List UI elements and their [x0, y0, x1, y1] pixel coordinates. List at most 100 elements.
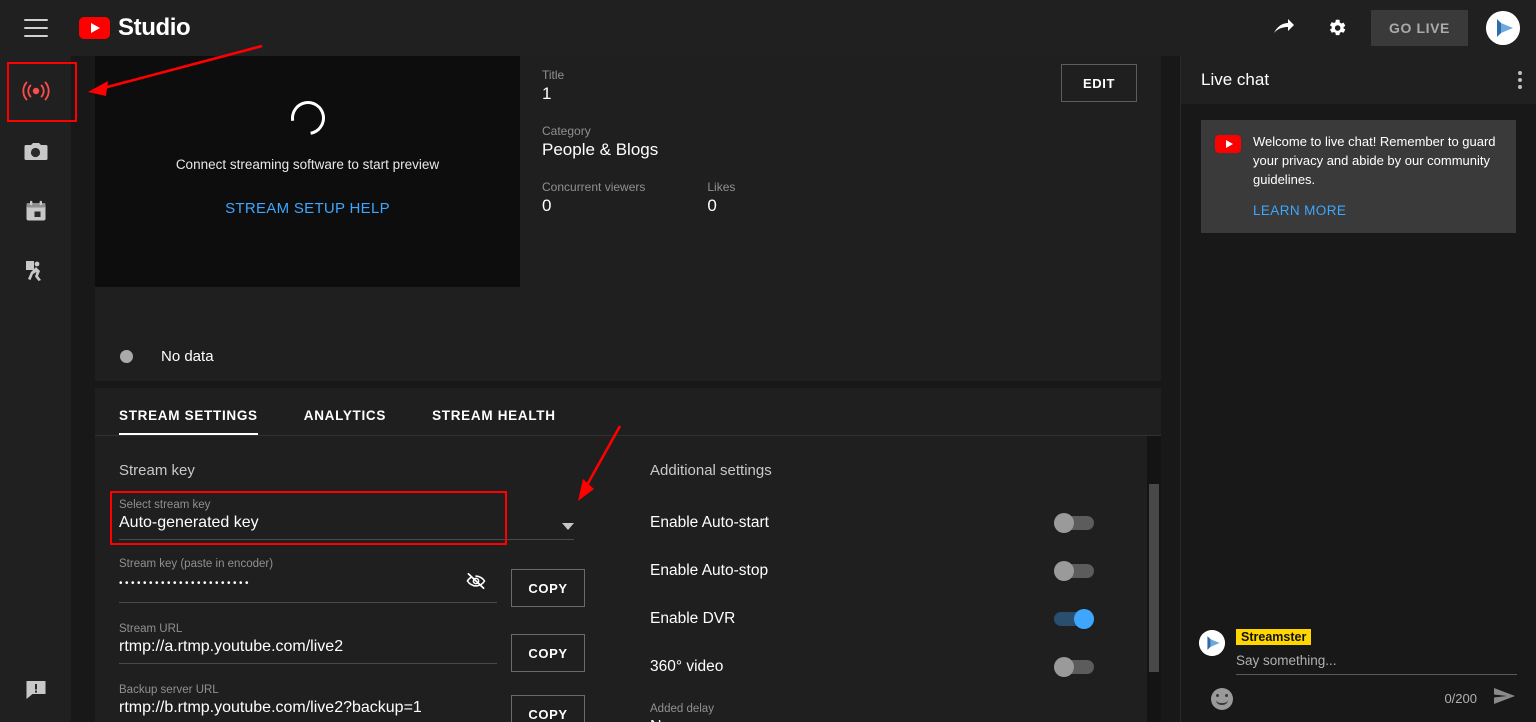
send-feedback-icon[interactable]	[0, 670, 71, 710]
character-counter: 0/200	[1444, 691, 1477, 706]
sidebar-item-webcam[interactable]	[0, 127, 71, 175]
auto-stop-label: Enable Auto-stop	[650, 562, 768, 580]
auto-start-toggle[interactable]	[1054, 515, 1098, 531]
header-actions: GO LIVE	[1263, 8, 1536, 48]
main-content: Connect streaming software to start prev…	[71, 56, 1180, 722]
live-chat-header: Live chat	[1181, 56, 1536, 104]
viewers-label: Concurrent viewers	[542, 180, 645, 194]
added-delay-field[interactable]: Added delay None	[650, 703, 930, 722]
stream-url-field[interactable]: Stream URL rtmp://a.rtmp.youtube.com/liv…	[119, 623, 497, 664]
stream-key-heading: Stream key	[119, 462, 615, 479]
youtube-play-icon	[1215, 135, 1241, 153]
brand-label: Studio	[118, 14, 190, 42]
copy-stream-url-button[interactable]: COPY	[511, 634, 585, 672]
stream-url-row: Stream URL rtmp://a.rtmp.youtube.com/liv…	[119, 623, 615, 672]
category-block: Category People & Blogs	[542, 124, 1161, 160]
edit-button[interactable]: EDIT	[1061, 64, 1137, 102]
live-chat-panel: Live chat Welcome to live chat! Remember…	[1180, 56, 1536, 722]
backup-url-row: Backup server URL rtmp://b.rtmp.youtube.…	[119, 684, 615, 722]
added-delay-value: None	[650, 718, 918, 722]
video-360-toggle[interactable]	[1054, 659, 1098, 675]
stream-key-label: Stream key (paste in encoder)	[119, 558, 497, 570]
scrollbar-thumb[interactable]	[1149, 484, 1159, 672]
viewers-block: Concurrent viewers 0	[542, 180, 645, 216]
sidebar-item-activity[interactable]	[0, 247, 71, 295]
gear-icon[interactable]	[1317, 8, 1357, 48]
video-metadata: Title 1 Category People & Blogs Concurre…	[520, 56, 1161, 331]
sidebar-item-manage[interactable]	[0, 187, 71, 235]
stream-setup-help-link[interactable]: STREAM SETUP HELP	[225, 200, 390, 217]
tab-stream-health[interactable]: STREAM HEALTH	[432, 408, 556, 435]
hamburger-icon[interactable]	[24, 19, 48, 37]
stream-url-label: Stream URL	[119, 623, 497, 635]
viewers-value: 0	[542, 196, 645, 216]
stats-row: Concurrent viewers 0 Likes 0	[542, 180, 1161, 216]
settings-panel: STREAM SETTINGS ANALYTICS STREAM HEALTH …	[95, 388, 1161, 722]
chat-message-input[interactable]: Say something...	[1236, 653, 1517, 675]
dvr-label: Enable DVR	[650, 610, 735, 628]
select-stream-key-field[interactable]: Select stream key Auto-generated key	[119, 499, 574, 540]
field-divider	[119, 602, 497, 603]
share-icon[interactable]	[1263, 8, 1303, 48]
category-value: People & Blogs	[542, 140, 1161, 160]
auto-start-label: Enable Auto-start	[650, 514, 769, 532]
status-text: No data	[161, 348, 214, 365]
stream-key-field[interactable]: Stream key (paste in encoder) ••••••••••…	[119, 558, 497, 603]
chat-username-badge: Streamster	[1236, 629, 1311, 645]
category-label: Category	[542, 124, 1161, 138]
chat-actions-row: 0/200	[1199, 687, 1517, 710]
status-dot-icon	[120, 350, 133, 363]
chat-avatar[interactable]	[1199, 630, 1225, 656]
left-nav-rail	[0, 56, 71, 722]
setting-row-dvr: Enable DVR	[650, 595, 1098, 643]
settings-scrollbar[interactable]	[1147, 436, 1161, 722]
live-chat-title: Live chat	[1201, 70, 1269, 90]
setting-row-auto-stop: Enable Auto-stop	[650, 547, 1098, 595]
eye-off-icon[interactable]	[465, 572, 487, 595]
send-icon[interactable]	[1493, 687, 1517, 710]
likes-label: Likes	[707, 180, 735, 194]
avatar[interactable]	[1486, 11, 1520, 45]
emoji-icon[interactable]	[1211, 688, 1233, 710]
auto-stop-toggle[interactable]	[1054, 563, 1098, 579]
likes-value: 0	[707, 196, 735, 216]
backup-url-value: rtmp://b.rtmp.youtube.com/live2?backup=1	[119, 699, 497, 722]
likes-block: Likes 0	[707, 180, 735, 216]
learn-more-link[interactable]: LEARN MORE	[1253, 203, 1502, 218]
backup-url-label: Backup server URL	[119, 684, 497, 696]
copy-stream-key-button[interactable]: COPY	[511, 569, 585, 607]
chat-input-column: Streamster Say something...	[1236, 628, 1517, 675]
tab-bar: STREAM SETTINGS ANALYTICS STREAM HEALTH	[95, 388, 1161, 436]
stream-key-row: Stream key (paste in encoder) ••••••••••…	[119, 558, 615, 611]
live-chat-messages: Welcome to live chat! Remember to guard …	[1181, 104, 1536, 664]
backup-url-field[interactable]: Backup server URL rtmp://b.rtmp.youtube.…	[119, 684, 497, 722]
chevron-down-icon[interactable]	[562, 523, 574, 530]
video-360-label: 360° video	[650, 658, 723, 676]
setting-row-360-video: 360° video	[650, 643, 1098, 691]
loading-spinner-icon	[284, 94, 331, 141]
app-header: Studio GO LIVE	[0, 0, 1536, 56]
stream-preview: Connect streaming software to start prev…	[95, 56, 520, 287]
sidebar-item-stream[interactable]	[0, 67, 71, 115]
chat-input-row: Streamster Say something...	[1199, 628, 1517, 675]
youtube-play-icon	[79, 17, 110, 39]
additional-settings-heading: Additional settings	[650, 462, 1095, 479]
status-row: No data	[95, 331, 1161, 381]
tab-stream-settings[interactable]: STREAM SETTINGS	[119, 408, 258, 435]
select-stream-key-value: Auto-generated key	[119, 514, 562, 539]
added-delay-label: Added delay	[650, 703, 930, 715]
youtube-studio-logo[interactable]: Studio	[79, 14, 190, 42]
stream-overview-card: Connect streaming software to start prev…	[95, 56, 1161, 331]
dvr-toggle[interactable]	[1054, 611, 1098, 627]
tab-analytics[interactable]: ANALYTICS	[304, 408, 386, 435]
stream-key-column: Stream key Select stream key Auto-genera…	[95, 462, 615, 722]
stream-key-value: ••••••••••••••••••••••	[119, 573, 497, 602]
go-live-button[interactable]: GO LIVE	[1371, 10, 1468, 46]
select-stream-key-label: Select stream key	[119, 499, 574, 511]
chat-welcome-text: Welcome to live chat! Remember to guard …	[1253, 133, 1502, 190]
field-divider	[119, 663, 497, 664]
chat-input-area: Streamster Say something... 0/200	[1181, 618, 1536, 722]
copy-backup-url-button[interactable]: COPY	[511, 695, 585, 722]
chat-welcome-card: Welcome to live chat! Remember to guard …	[1201, 120, 1516, 233]
kebab-menu-icon[interactable]	[1518, 71, 1522, 89]
